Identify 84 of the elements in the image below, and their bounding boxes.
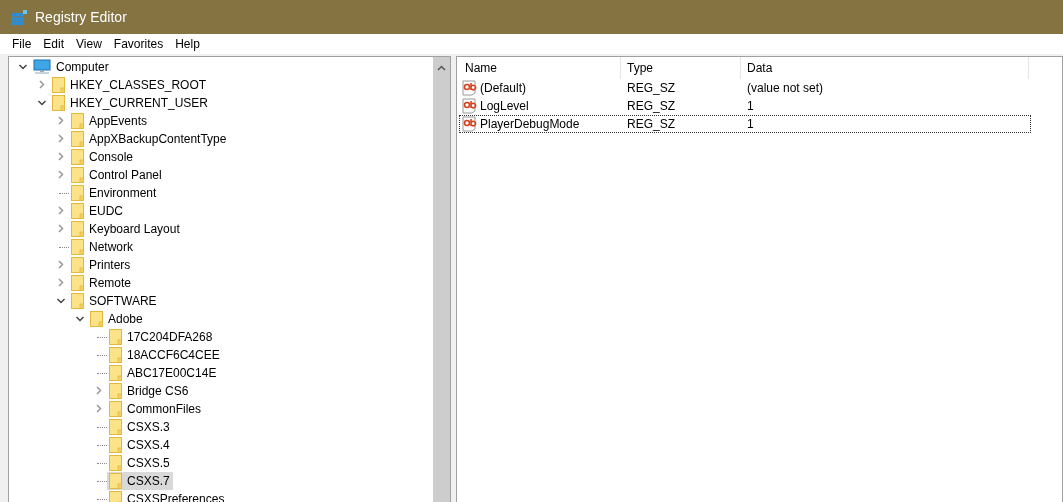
folder-icon [71, 275, 84, 291]
tree-item[interactable]: Network [89, 240, 133, 254]
string-value-icon [462, 80, 478, 96]
value-name[interactable]: (Default) [480, 81, 526, 95]
collapse-chevron-icon[interactable] [75, 314, 85, 324]
folder-icon [109, 473, 122, 489]
folder-icon [109, 365, 122, 381]
folder-icon [109, 437, 122, 453]
folder-icon [109, 329, 122, 345]
tree-item[interactable]: SOFTWARE [89, 294, 157, 308]
folder-icon [71, 167, 84, 183]
folder-icon [71, 203, 84, 219]
column-header[interactable]: Data [741, 57, 1029, 79]
collapse-chevron-icon[interactable] [37, 98, 47, 108]
folder-icon [71, 131, 84, 147]
tree-item[interactable]: Remote [89, 276, 132, 290]
tree-item[interactable]: CSXS.5 [127, 456, 170, 470]
window-title: Registry Editor [35, 9, 127, 25]
tree-item[interactable]: CSXS.4 [127, 438, 170, 452]
expand-chevron-icon[interactable] [56, 206, 66, 216]
folder-icon [52, 95, 65, 111]
expand-chevron-icon[interactable] [56, 224, 66, 234]
tree-item[interactable]: Bridge CS6 [127, 384, 189, 398]
string-value-icon [462, 116, 478, 132]
folder-icon [71, 185, 84, 201]
folder-icon [109, 419, 122, 435]
expand-chevron-icon[interactable] [37, 80, 47, 90]
expand-chevron-icon[interactable] [56, 134, 66, 144]
menu-item[interactable]: View [70, 37, 108, 51]
tree-item[interactable]: 18ACCF6C4CEE [127, 348, 220, 362]
folder-icon [109, 383, 122, 399]
tree-item[interactable]: Computer [56, 60, 109, 74]
tree-item[interactable]: AppXBackupContentType [89, 132, 227, 146]
value-data: 1 [746, 117, 755, 131]
value-type: REG_SZ [626, 81, 676, 95]
folder-icon [71, 239, 84, 255]
value-data: (value not set) [746, 81, 825, 95]
value-name[interactable]: LogLevel [480, 99, 529, 113]
folder-icon [71, 221, 84, 237]
folder-icon [71, 149, 84, 165]
tree-item[interactable]: CSXS.3 [127, 420, 170, 434]
tree-item[interactable]: ABC17E00C14E [127, 366, 217, 380]
collapse-chevron-icon[interactable] [56, 296, 66, 306]
collapse-chevron-icon[interactable] [18, 62, 28, 72]
menu-item[interactable]: File [6, 37, 38, 51]
tree-item[interactable]: HKEY_CURRENT_USER [70, 96, 209, 110]
menu-item[interactable]: Edit [37, 37, 71, 51]
value-name[interactable]: PlayerDebugMode [480, 117, 580, 131]
tree-item[interactable]: Adobe [108, 312, 143, 326]
menu-item[interactable]: Help [169, 37, 206, 51]
expand-chevron-icon[interactable] [56, 116, 66, 126]
value-data: 1 [746, 99, 755, 113]
string-value-icon [462, 98, 478, 114]
tree-item[interactable]: CommonFiles [127, 402, 201, 416]
tree-item[interactable]: Control Panel [89, 168, 162, 182]
tree-item[interactable]: Printers [89, 258, 131, 272]
value-type: REG_SZ [626, 117, 676, 131]
menu-item[interactable]: Favorites [107, 37, 170, 51]
computer-icon [33, 59, 51, 75]
column-header[interactable]: Name [459, 57, 621, 79]
expand-chevron-icon[interactable] [94, 386, 104, 396]
folder-icon [109, 455, 122, 471]
app-icon [12, 9, 27, 25]
expand-chevron-icon[interactable] [94, 404, 104, 414]
tree-item[interactable]: 17C204DFA268 [127, 330, 213, 344]
value-type: REG_SZ [626, 99, 676, 113]
folder-icon [109, 401, 122, 417]
column-header[interactable]: Type [621, 57, 741, 79]
folder-icon [71, 113, 84, 129]
tree-item[interactable]: HKEY_CLASSES_ROOT [70, 78, 207, 92]
tree-item[interactable]: Keyboard Layout [89, 222, 180, 236]
tree-item[interactable]: AppEvents [89, 114, 148, 128]
folder-icon [52, 77, 65, 93]
expand-chevron-icon[interactable] [56, 170, 66, 180]
folder-icon [71, 257, 84, 273]
tree-item[interactable]: EUDC [89, 204, 123, 218]
tree-item[interactable]: Environment [89, 186, 157, 200]
tree-item[interactable]: Console [89, 150, 134, 164]
expand-chevron-icon[interactable] [56, 152, 66, 162]
folder-icon [71, 293, 84, 309]
expand-chevron-icon[interactable] [56, 260, 66, 270]
expand-chevron-icon[interactable] [56, 278, 66, 288]
folder-icon [90, 311, 103, 327]
folder-icon [109, 347, 122, 363]
